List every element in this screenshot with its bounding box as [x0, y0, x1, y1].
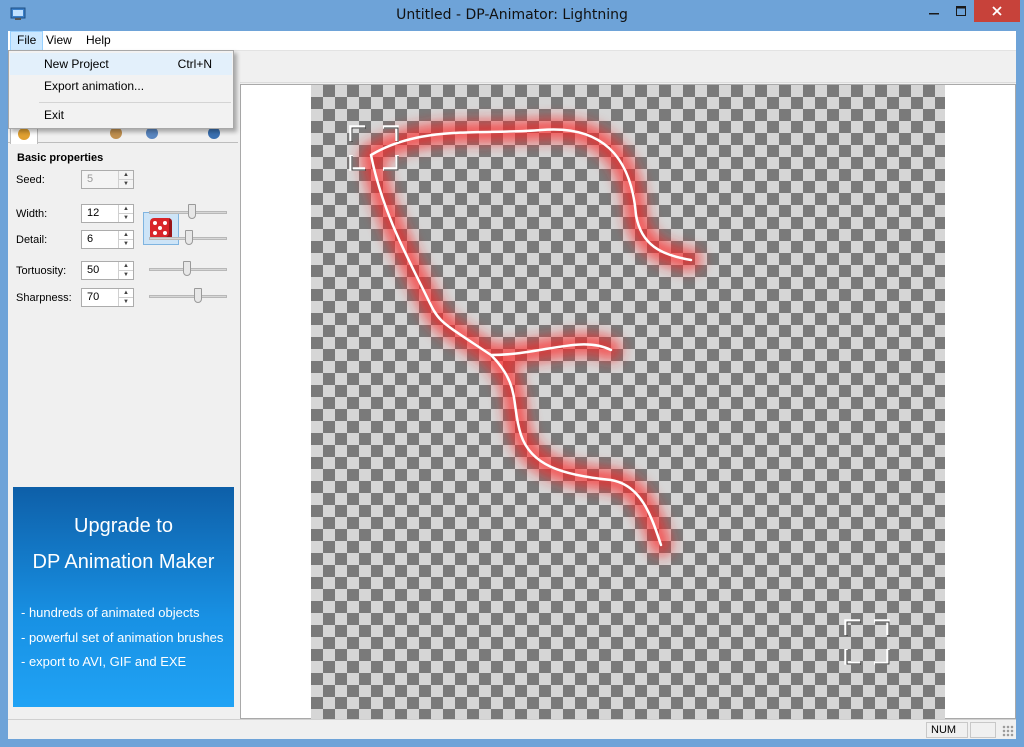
spin-up-icon[interactable]: ▲: [119, 289, 133, 297]
detail-value: 6: [87, 233, 94, 245]
sharpness-spin-buttons[interactable]: ▲ ▼: [118, 289, 133, 306]
slider-thumb[interactable]: [188, 204, 196, 219]
width-value: 12: [87, 207, 100, 219]
promo-bullet: - export to AVI, GIF and EXE: [21, 654, 187, 669]
seed-value: 5: [87, 173, 94, 185]
status-bar: NUM: [8, 719, 1016, 739]
lightning-preview: [349, 118, 890, 665]
status-cell-empty: [970, 722, 996, 738]
menu-bar: File View Help: [8, 31, 1016, 51]
spin-down-icon[interactable]: ▼: [119, 213, 133, 221]
promo-bullet: - powerful set of animation brushes: [21, 630, 224, 645]
maximize-icon: [955, 6, 966, 16]
tortuosity-slider[interactable]: [149, 259, 227, 279]
tortuosity-spinner[interactable]: 50 ▲ ▼: [81, 261, 134, 280]
resize-grip-icon[interactable]: [1002, 725, 1014, 737]
menu-export-animation[interactable]: Export animation...: [10, 75, 232, 97]
width-spin-buttons[interactable]: ▲ ▼: [118, 205, 133, 222]
tortuosity-label: Tortuosity:: [16, 265, 67, 277]
upgrade-banner[interactable]: Upgrade to DP Animation Maker - hundreds…: [13, 487, 234, 707]
spin-down-icon[interactable]: ▼: [119, 179, 133, 187]
menu-new-project-label: New Project: [44, 57, 109, 71]
detail-label: Detail:: [16, 234, 48, 246]
width-slider[interactable]: [149, 202, 227, 222]
app-window: Untitled - DP-Animator: Lightning File V…: [0, 0, 1024, 747]
maximize-button[interactable]: [947, 0, 974, 22]
lightning-bolt: [360, 118, 702, 556]
slider-thumb[interactable]: [194, 288, 202, 303]
toolbar: [240, 52, 1016, 83]
tab-general-icon: [18, 128, 30, 140]
end-point-handle[interactable]: [844, 619, 890, 665]
spin-down-icon[interactable]: ▼: [119, 239, 133, 247]
seed-label: Seed:: [16, 174, 45, 186]
promo-title-line2: DP Animation Maker: [32, 551, 215, 573]
seed-spinner[interactable]: 5 ▲ ▼: [81, 170, 134, 189]
menu-view[interactable]: View: [40, 31, 78, 51]
spin-up-icon[interactable]: ▲: [119, 231, 133, 239]
detail-slider[interactable]: [149, 228, 227, 248]
spin-up-icon[interactable]: ▲: [119, 171, 133, 179]
minimize-icon: [928, 13, 939, 15]
seed-spin-buttons[interactable]: ▲ ▼: [118, 171, 133, 188]
sharpness-label: Sharpness:: [16, 292, 72, 304]
num-lock-indicator: NUM: [926, 722, 968, 738]
detail-spin-buttons[interactable]: ▲ ▼: [118, 231, 133, 248]
close-icon: [992, 6, 1002, 16]
spin-up-icon[interactable]: ▲: [119, 262, 133, 270]
width-label: Width:: [16, 208, 48, 220]
menu-new-project[interactable]: New Project Ctrl+N: [10, 53, 232, 75]
menu-separator: [39, 102, 231, 103]
client-area: File View Help Basic properties Seed: 5 …: [8, 31, 1016, 739]
window-title: Untitled - DP-Animator: Lightning: [396, 7, 628, 23]
detail-spinner[interactable]: 6 ▲ ▼: [81, 230, 134, 249]
minimize-button[interactable]: [920, 0, 947, 22]
sharpness-value: 70: [87, 291, 100, 303]
spin-up-icon[interactable]: ▲: [119, 205, 133, 213]
spin-down-icon[interactable]: ▼: [119, 297, 133, 305]
sharpness-slider[interactable]: [149, 286, 227, 306]
close-button[interactable]: [974, 0, 1020, 22]
slider-track: [149, 295, 227, 298]
title-bar: Untitled - DP-Animator: Lightning: [0, 0, 1024, 31]
promo-title-line1: Upgrade to: [74, 515, 173, 537]
menu-new-project-shortcut: Ctrl+N: [177, 57, 212, 71]
sharpness-spinner[interactable]: 70 ▲ ▼: [81, 288, 134, 307]
menu-help[interactable]: Help: [80, 31, 117, 51]
properties-panel: Basic properties Seed: 5 ▲ ▼ Width: 12 ▲ ▼: [8, 83, 238, 719]
promo-bullet: - hundreds of animated objects: [21, 605, 200, 620]
slider-thumb[interactable]: [185, 230, 193, 245]
tortuosity-value: 50: [87, 264, 100, 276]
slider-thumb[interactable]: [183, 261, 191, 276]
width-spinner[interactable]: 12 ▲ ▼: [81, 204, 134, 223]
spin-down-icon[interactable]: ▼: [119, 270, 133, 278]
tortuosity-spin-buttons[interactable]: ▲ ▼: [118, 262, 133, 279]
menu-file[interactable]: File: [10, 31, 44, 51]
menu-exit[interactable]: Exit: [10, 104, 232, 126]
file-menu-dropdown: New Project Ctrl+N Export animation... E…: [8, 50, 234, 129]
section-title: Basic properties: [17, 152, 104, 164]
preview-canvas[interactable]: [240, 84, 1016, 719]
